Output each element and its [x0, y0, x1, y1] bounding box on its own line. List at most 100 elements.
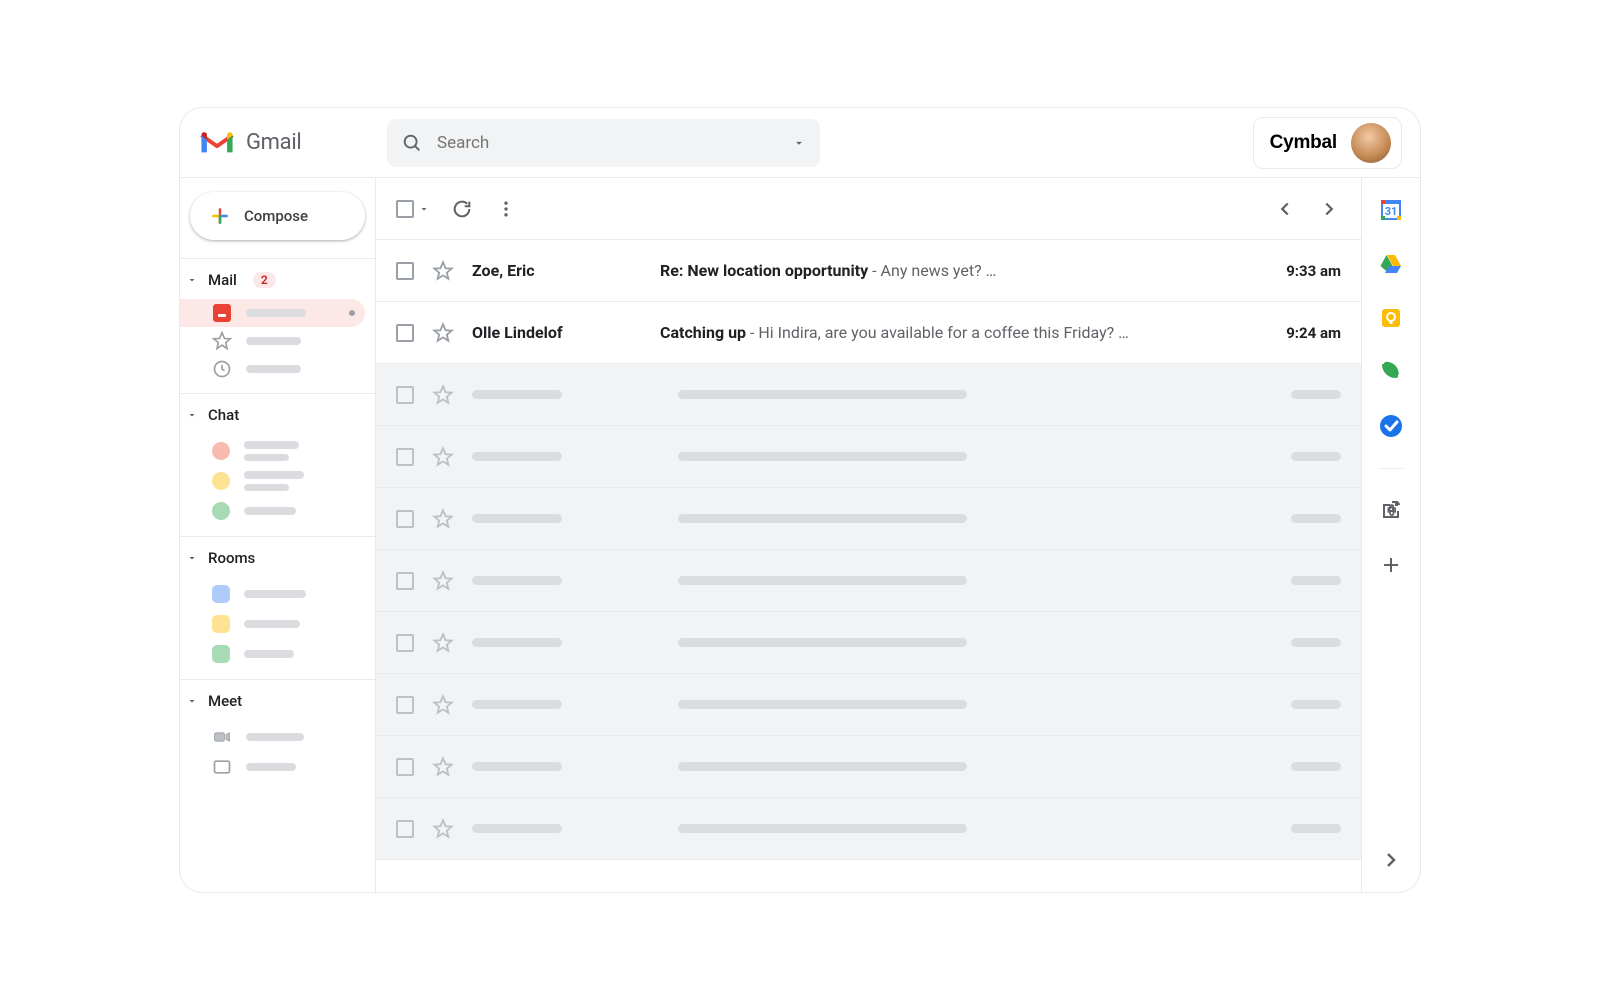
sidebar-section-rooms: Rooms — [180, 536, 375, 679]
gmail-logo-icon — [198, 129, 236, 157]
placeholder-line — [678, 576, 967, 585]
row-checkbox[interactable] — [396, 510, 414, 528]
message-row-placeholder[interactable] — [376, 736, 1361, 798]
row-star[interactable] — [432, 570, 454, 592]
room-icon — [212, 645, 230, 663]
placeholder-line — [472, 824, 562, 833]
sidebar-item-snoozed[interactable] — [180, 355, 375, 383]
sidebar-mail-toggle[interactable]: Mail 2 — [180, 267, 375, 293]
message-row-placeholder[interactable] — [376, 798, 1361, 860]
row-checkbox[interactable] — [396, 572, 414, 590]
presence-dot-icon — [212, 472, 230, 490]
sidebar-rooms-toggle[interactable]: Rooms — [180, 545, 375, 571]
search-options-caret-icon[interactable] — [792, 136, 806, 150]
row-star[interactable] — [432, 818, 454, 840]
calendar-app-icon[interactable]: 31 — [1379, 198, 1403, 222]
placeholder-line — [472, 762, 562, 771]
sidebar-meet-toggle[interactable]: Meet — [180, 688, 375, 714]
row-checkbox[interactable] — [396, 758, 414, 776]
addons-icon[interactable] — [1379, 499, 1403, 523]
placeholder-line — [246, 733, 304, 741]
message-row-placeholder[interactable] — [376, 674, 1361, 736]
row-star[interactable] — [432, 632, 454, 654]
message-row[interactable]: Zoe, Eric Re: New location opportunity -… — [376, 240, 1361, 302]
keyboard-icon — [212, 757, 232, 777]
message-row-placeholder[interactable] — [376, 612, 1361, 674]
get-addons-button[interactable] — [1379, 553, 1403, 577]
search-bar[interactable] — [387, 119, 820, 167]
sidebar-chat-toggle[interactable]: Chat — [180, 402, 375, 428]
placeholder-line — [472, 514, 562, 523]
row-star[interactable] — [432, 260, 454, 282]
page-prev-button[interactable] — [1273, 197, 1297, 221]
row-checkbox[interactable] — [396, 386, 414, 404]
search-input[interactable] — [437, 133, 792, 153]
message-time: 9:33 am — [1286, 262, 1341, 280]
caret-down-icon — [418, 203, 430, 215]
placeholder-line — [246, 309, 306, 317]
message-row-placeholder[interactable] — [376, 550, 1361, 612]
placeholder-line — [1291, 762, 1341, 771]
chat-contact-2[interactable] — [180, 466, 375, 496]
compose-button[interactable]: Compose — [190, 192, 365, 240]
star-icon — [212, 331, 232, 351]
rail-divider — [1379, 468, 1403, 469]
row-star[interactable] — [432, 756, 454, 778]
message-row-placeholder[interactable] — [376, 364, 1361, 426]
message-row-placeholder[interactable] — [376, 488, 1361, 550]
room-item-1[interactable] — [180, 579, 375, 609]
user-avatar[interactable] — [1351, 123, 1391, 163]
room-item-2[interactable] — [180, 609, 375, 639]
plus-icon — [210, 206, 230, 226]
meet-join-meeting[interactable] — [180, 752, 375, 782]
contacts-app-icon[interactable] — [1379, 360, 1403, 384]
row-star[interactable] — [432, 508, 454, 530]
chat-contact-3[interactable] — [180, 496, 375, 526]
svg-text:31: 31 — [1385, 205, 1398, 218]
sidebar-meet-label: Meet — [208, 692, 242, 710]
sidebar-item-starred[interactable] — [180, 327, 375, 355]
placeholder-line — [678, 700, 967, 709]
row-star[interactable] — [432, 384, 454, 406]
sidebar-item-inbox[interactable] — [180, 299, 365, 327]
placeholder-line — [678, 452, 967, 461]
checkbox-icon — [396, 200, 414, 218]
chat-contact-1[interactable] — [180, 436, 375, 466]
body: Compose Mail 2 — [180, 178, 1420, 892]
meet-new-meeting[interactable] — [180, 722, 375, 752]
refresh-button[interactable] — [450, 197, 474, 221]
caret-down-icon — [186, 552, 198, 564]
left-sidebar: Compose Mail 2 — [180, 178, 376, 892]
message-row-placeholder[interactable] — [376, 426, 1361, 488]
row-star[interactable] — [432, 446, 454, 468]
placeholder-line — [244, 441, 299, 449]
drive-app-icon[interactable] — [1379, 252, 1403, 276]
row-star[interactable] — [432, 322, 454, 344]
row-checkbox[interactable] — [396, 696, 414, 714]
tasks-app-icon[interactable] — [1379, 414, 1403, 438]
presence-dot-icon — [212, 502, 230, 520]
placeholder-line — [1291, 700, 1341, 709]
more-button[interactable] — [494, 197, 518, 221]
placeholder-line — [244, 471, 304, 479]
room-item-3[interactable] — [180, 639, 375, 669]
collapse-panel-button[interactable] — [1379, 848, 1403, 872]
row-star[interactable] — [432, 694, 454, 716]
logo-area[interactable]: Gmail — [198, 129, 373, 157]
account-brand-pill[interactable]: Cymbal — [1253, 117, 1402, 169]
row-checkbox[interactable] — [396, 820, 414, 838]
row-checkbox[interactable] — [396, 634, 414, 652]
row-checkbox[interactable] — [396, 448, 414, 466]
brand-name: Cymbal — [1270, 132, 1337, 154]
row-checkbox[interactable] — [396, 324, 414, 342]
message-row[interactable]: Olle Lindelof Catching up - Hi Indira, a… — [376, 302, 1361, 364]
row-checkbox[interactable] — [396, 262, 414, 280]
mail-unread-badge: 2 — [253, 272, 276, 288]
message-sender: Olle Lindelof — [472, 323, 642, 342]
page-next-button[interactable] — [1317, 197, 1341, 221]
refresh-icon — [451, 198, 473, 220]
keep-app-icon[interactable] — [1379, 306, 1403, 330]
presence-dot-icon — [212, 442, 230, 460]
select-all-checkbox[interactable] — [396, 200, 430, 218]
message-list-pane: Zoe, Eric Re: New location opportunity -… — [376, 178, 1362, 892]
